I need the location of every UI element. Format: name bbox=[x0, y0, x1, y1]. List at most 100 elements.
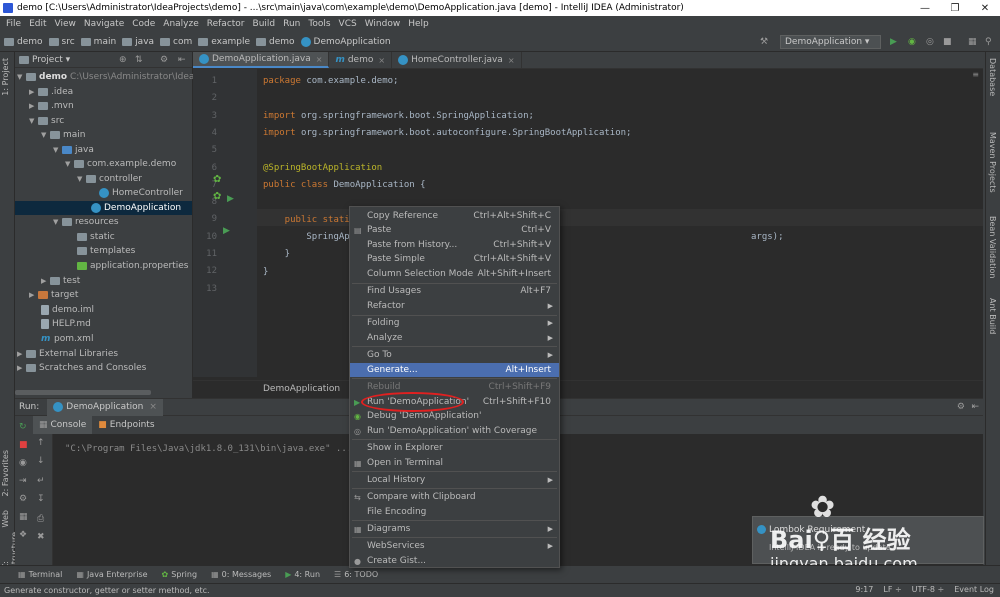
settings-icon[interactable]: ⚙ bbox=[19, 494, 27, 504]
menu-vcs[interactable]: VCS bbox=[335, 19, 361, 29]
menu-code[interactable]: Code bbox=[128, 19, 159, 29]
bean-validation-tool-button[interactable]: Bean Validation bbox=[988, 216, 997, 278]
soft-wrap-icon[interactable]: ↵ bbox=[37, 476, 45, 486]
menu-item-refactor[interactable]: Refactor ▶ bbox=[350, 299, 559, 313]
tree-item-application-properties[interactable]: application.properties bbox=[77, 259, 188, 273]
collapse-icon[interactable]: ⇅ bbox=[135, 55, 143, 65]
locate-icon[interactable]: ⊕ bbox=[119, 55, 127, 65]
menu-analyze[interactable]: Analyze bbox=[159, 19, 202, 29]
gear-icon[interactable]: ⚙ bbox=[160, 55, 168, 65]
menu-run[interactable]: Run bbox=[279, 19, 304, 29]
tab-java-enterprise[interactable]: ▦ Java Enterprise bbox=[76, 570, 147, 579]
menu-build[interactable]: Build bbox=[249, 19, 280, 29]
horizontal-scrollbar[interactable] bbox=[15, 390, 151, 395]
tree-item-mvn[interactable]: ▶ .mvn bbox=[29, 99, 74, 113]
menu-item-paste-simple[interactable]: Paste Simple Ctrl+Alt+Shift+V bbox=[350, 252, 559, 266]
crumb-com[interactable]: com bbox=[160, 37, 192, 47]
menu-item-local-history[interactable]: Local History ▶ bbox=[350, 473, 559, 487]
menu-item-copy-reference[interactable]: Copy Reference Ctrl+Alt+Shift+C bbox=[350, 209, 559, 223]
menu-item-folding[interactable]: Folding ▶ bbox=[350, 316, 559, 330]
tree-item-controller[interactable]: ▼ controller bbox=[77, 172, 142, 186]
rerun-icon[interactable]: ↻ bbox=[19, 422, 27, 432]
tree-item-scratches[interactable]: ▶ Scratches and Consoles bbox=[17, 361, 146, 375]
scroll-to-end-icon[interactable]: ↧ bbox=[37, 494, 45, 504]
web-tool-button[interactable]: Web bbox=[1, 510, 10, 527]
menu-item-generate[interactable]: Generate... Alt+Insert bbox=[350, 363, 559, 377]
menu-item-run-with-coverage[interactable]: ◎ Run 'DemoApplication' with Coverage bbox=[350, 424, 559, 438]
tree-item-java[interactable]: ▼ java bbox=[53, 143, 94, 157]
crumb-demoapplication[interactable]: DemoApplication bbox=[300, 36, 391, 47]
crumb-example[interactable]: example bbox=[198, 37, 250, 47]
menu-tools[interactable]: Tools bbox=[304, 19, 334, 29]
tree-item-templates[interactable]: templates bbox=[77, 244, 135, 258]
spring-bean-icon[interactable]: ✿ bbox=[213, 174, 221, 185]
tab-endpoints[interactable]: ■ Endpoints bbox=[92, 416, 160, 434]
menu-item-file-encoding[interactable]: File Encoding bbox=[350, 505, 559, 519]
menu-item-column-selection-mode[interactable]: Column Selection Mode Alt+Shift+Insert bbox=[350, 267, 559, 281]
maximize-button[interactable]: ❐ bbox=[940, 3, 970, 14]
tree-item-src[interactable]: ▼ src bbox=[29, 114, 64, 128]
crumb-demo[interactable]: demo bbox=[4, 37, 43, 47]
run-gutter-icon[interactable]: ▶ bbox=[223, 226, 230, 236]
tree-item-demoapplication[interactable]: DemoApplication bbox=[15, 201, 192, 215]
run-configuration-select[interactable]: DemoApplication ▾ bbox=[780, 35, 881, 49]
tree-item-demo[interactable]: ▼ demo C:\Users\Administrator\IdeaPr bbox=[17, 70, 203, 84]
tab-messages[interactable]: ▦ 0: Messages bbox=[211, 570, 271, 579]
crumb-src[interactable]: src bbox=[48, 37, 75, 47]
up-arrow-icon[interactable]: ↑ bbox=[37, 438, 45, 448]
tree-item-help-md[interactable]: HELP.md bbox=[41, 317, 91, 331]
menu-refactor[interactable]: Refactor bbox=[203, 19, 249, 29]
close-tab-icon[interactable]: × bbox=[316, 55, 323, 64]
ant-build-tool-button[interactable]: Ant Build bbox=[988, 298, 997, 334]
tree-item-main[interactable]: ▼ main bbox=[41, 128, 86, 142]
menu-item-find-usages[interactable]: Find Usages Alt+F7 bbox=[350, 284, 559, 298]
exit-icon[interactable]: ⇥ bbox=[19, 476, 27, 486]
crumb-demo-package[interactable]: demo bbox=[256, 37, 295, 47]
tab-demo[interactable]: m demo × bbox=[329, 52, 393, 68]
tree-item-demo-iml[interactable]: demo.iml bbox=[41, 303, 94, 317]
tab-demoapplication-java[interactable]: DemoApplication.java × bbox=[193, 52, 330, 68]
run-tab-demoapplication[interactable]: DemoApplication × bbox=[47, 398, 163, 416]
menu-item-open-in-terminal[interactable]: ▦ Open in Terminal bbox=[350, 456, 559, 470]
caret-position[interactable]: 9:17 bbox=[855, 585, 873, 594]
menu-item-paste[interactable]: ▤ Paste Ctrl+V bbox=[350, 223, 559, 237]
menu-view[interactable]: View bbox=[51, 19, 80, 29]
close-tab-icon[interactable]: × bbox=[508, 56, 515, 65]
hide-icon[interactable]: ⇤ bbox=[178, 55, 186, 65]
database-tool-button[interactable]: Database bbox=[988, 58, 997, 96]
layout-icon[interactable]: ▦ bbox=[19, 512, 28, 522]
gear-icon[interactable]: ⚙ bbox=[957, 402, 965, 412]
spring-bean-icon[interactable]: ✿ bbox=[213, 191, 221, 202]
menu-item-show-in-explorer[interactable]: Show in Explorer bbox=[350, 441, 559, 455]
editor-tabs-menu-icon[interactable]: ≡ bbox=[972, 70, 979, 79]
line-separator[interactable]: LF ÷ bbox=[883, 585, 901, 594]
tree-item-idea[interactable]: ▶ .idea bbox=[29, 85, 73, 99]
down-arrow-icon[interactable]: ↓ bbox=[37, 456, 45, 466]
project-structure-icon[interactable]: ▦ bbox=[968, 37, 977, 47]
menu-window[interactable]: Window bbox=[361, 19, 405, 29]
menu-item-compare-with-clipboard[interactable]: ⇆ Compare with Clipboard bbox=[350, 490, 559, 504]
menu-navigate[interactable]: Navigate bbox=[80, 19, 128, 29]
menu-item-paste-from-history[interactable]: Paste from History... Ctrl+Shift+V bbox=[350, 238, 559, 252]
menu-item-diagrams[interactable]: ▦ Diagrams ▶ bbox=[350, 522, 559, 536]
camera-icon[interactable]: ◉ bbox=[19, 458, 27, 468]
menu-help[interactable]: Help bbox=[404, 19, 433, 29]
tab-console[interactable]: ▦ Console bbox=[33, 416, 93, 434]
minimize-button[interactable]: — bbox=[910, 3, 940, 14]
tab-homecontroller-java[interactable]: HomeController.java × bbox=[392, 52, 522, 68]
tree-item-pom-xml[interactable]: m pom.xml bbox=[41, 332, 93, 346]
favorites-tool-button[interactable]: 2: Favorites bbox=[1, 450, 10, 496]
menu-item-rebuild[interactable]: Rebuild Ctrl+Shift+F9 bbox=[350, 380, 559, 394]
trash-icon[interactable]: ✖ bbox=[37, 532, 45, 542]
stop-icon[interactable]: ■ bbox=[19, 440, 28, 450]
run-gutter-icon[interactable]: ▶ bbox=[227, 194, 234, 204]
run-icon[interactable]: ▶ bbox=[890, 37, 897, 47]
close-tab-icon[interactable]: × bbox=[149, 402, 157, 412]
debug-icon[interactable]: ◉ bbox=[908, 37, 916, 47]
tab-todo[interactable]: ☰ 6: TODO bbox=[334, 570, 378, 579]
tree-item-test[interactable]: ▶ test bbox=[41, 274, 80, 288]
tree-item-resources[interactable]: ▼ resources bbox=[53, 215, 119, 229]
tree-item-homecontroller[interactable]: HomeController bbox=[99, 186, 183, 200]
menu-edit[interactable]: Edit bbox=[25, 19, 50, 29]
event-log[interactable]: Event Log bbox=[954, 585, 994, 594]
